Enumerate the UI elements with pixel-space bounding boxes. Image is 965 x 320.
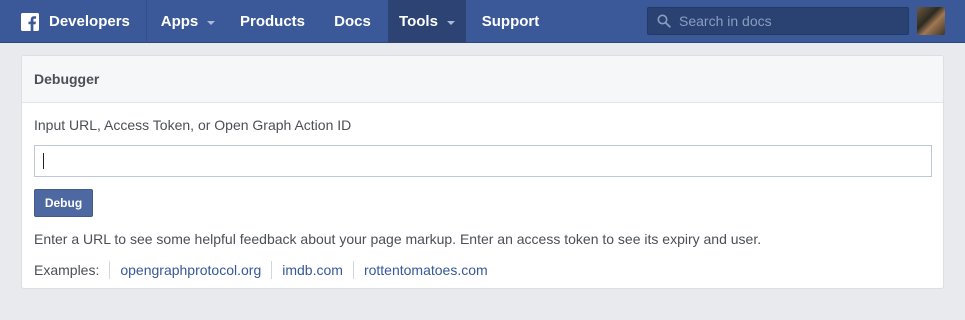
chevron-down-icon <box>207 20 216 25</box>
nav-tools[interactable]: Tools <box>388 0 466 43</box>
nav-support[interactable]: Support <box>466 0 555 43</box>
example-link-opengraphprotocol[interactable]: opengraphprotocol.org <box>110 262 271 278</box>
nav-docs[interactable]: Docs <box>317 0 388 43</box>
panel-header: Debugger <box>22 56 943 103</box>
debug-button[interactable]: Debug <box>34 189 93 217</box>
nav-products-label: Products <box>239 13 305 30</box>
example-link-imdb[interactable]: imdb.com <box>272 262 353 278</box>
examples-label: Examples: <box>34 262 100 278</box>
nav-support-label: Support <box>481 13 540 30</box>
avatar[interactable] <box>917 7 945 35</box>
top-navigation-bar: Developers Apps Products Docs Tools Supp… <box>0 0 965 43</box>
nav-products[interactable]: Products <box>228 0 317 43</box>
search-input[interactable] <box>677 12 901 30</box>
input-label: Input URL, Access Token, or Open Graph A… <box>34 117 352 133</box>
developers-home-link[interactable]: Developers <box>2 0 147 43</box>
brand-label: Developers <box>49 13 130 30</box>
url-input[interactable] <box>34 145 932 177</box>
help-text: Enter a URL to see some helpful feedback… <box>34 231 762 247</box>
text-cursor <box>43 153 44 169</box>
facebook-logo-icon <box>21 12 39 31</box>
example-link-rottentomatoes[interactable]: rottentomatoes.com <box>354 262 498 278</box>
panel-title: Debugger <box>34 71 100 87</box>
nav-apps[interactable]: Apps <box>148 0 228 43</box>
search-icon <box>657 14 671 28</box>
debugger-panel: Debugger Input URL, Access Token, or Ope… <box>21 55 944 289</box>
search-box[interactable] <box>647 7 909 35</box>
nav-docs-label: Docs <box>334 13 371 30</box>
examples-row: Examples: opengraphprotocol.org imdb.com… <box>34 261 498 279</box>
nav-tools-label: Tools <box>399 13 438 30</box>
nav-apps-label: Apps <box>160 13 199 30</box>
chevron-down-icon <box>446 20 455 25</box>
